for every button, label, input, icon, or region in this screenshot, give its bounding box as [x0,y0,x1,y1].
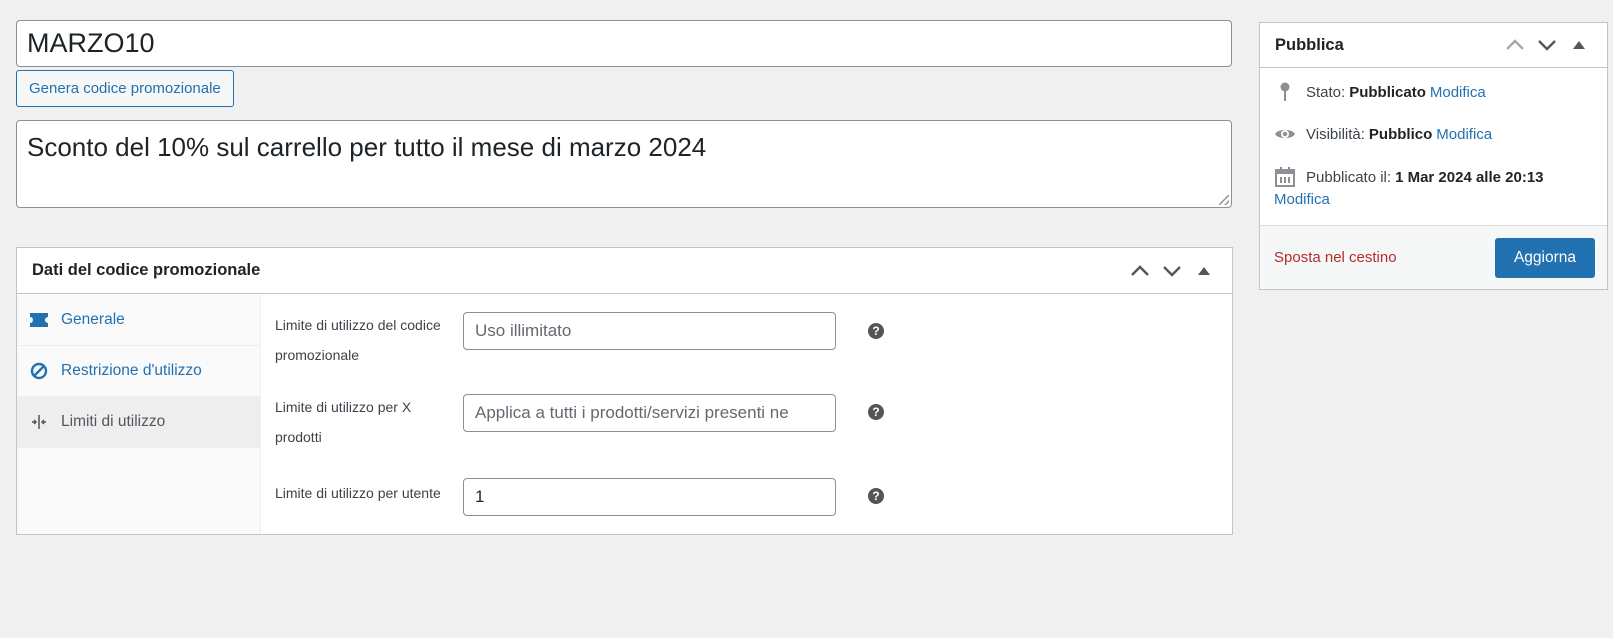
help-icon[interactable]: ? [868,488,884,504]
coupon-description-text: Sconto del 10% sul carrello per tutto il… [27,132,707,162]
move-down-icon[interactable] [1534,32,1560,58]
publish-actions: Sposta nel cestino Aggiorna [1260,225,1607,289]
coupon-data-tabs: Generale Restrizione d'utilizzo Limiti d… [17,295,261,534]
publish-status-row: Stato: Pubblicato Modifica [1274,81,1486,103]
generate-coupon-button[interactable]: Genera codice promozionale [16,70,234,107]
move-to-trash-link[interactable]: Sposta nel cestino [1274,249,1397,266]
ticket-icon [29,310,49,330]
visibility-label: Visibilità: [1306,125,1365,143]
collapse-toggle-icon[interactable] [1191,258,1217,284]
resize-grip-icon[interactable] [1219,195,1229,205]
publish-visibility-row: Visibilità: Pubblico Modifica [1274,123,1492,145]
usage-limit-per-user-label: Limite di utilizzo per utente [275,485,441,501]
tab-label: Generale [61,311,125,328]
usage-limit-input[interactable] [463,312,836,350]
tab-label: Limiti di utilizzo [61,413,166,430]
limit-x-items-input[interactable] [463,394,836,432]
status-label: Stato: [1306,83,1346,101]
published-label: Pubblicato il: [1306,168,1392,186]
tab-restrizione[interactable]: Restrizione d'utilizzo [17,346,260,397]
pin-icon [1274,81,1296,103]
eye-icon [1274,123,1296,145]
publish-header: Pubblica [1260,23,1607,68]
limits-icon [29,412,49,432]
move-down-icon[interactable] [1159,258,1185,284]
calendar-icon [1274,166,1296,188]
coupon-data-panel: Dati del codice promozionale Generale Re… [16,247,1233,535]
collapse-toggle-icon[interactable] [1566,32,1592,58]
coupon-description-textarea[interactable]: Sconto del 10% sul carrello per tutto il… [16,120,1232,208]
edit-visibility-link[interactable]: Modifica [1436,126,1492,143]
published-value: 1 Mar 2024 alle 20:13 [1395,168,1544,186]
coupon-data-header: Dati del codice promozionale [17,248,1232,294]
edit-date-link[interactable]: Modifica [1274,191,1330,208]
tab-limiti[interactable]: Limiti di utilizzo [17,397,260,448]
coupon-code-input[interactable] [16,20,1232,67]
usage-limit-per-user-input[interactable] [463,478,836,516]
edit-status-link[interactable]: Modifica [1430,84,1486,101]
limit-x-items-label: Limite di utilizzo per X prodotti [275,399,412,445]
move-up-icon[interactable] [1502,32,1528,58]
publish-panel: Pubblica Stato: Pubblicato Modifica Visi… [1259,22,1608,290]
tab-generale[interactable]: Generale [17,295,260,346]
update-button[interactable]: Aggiorna [1495,238,1595,278]
move-up-icon[interactable] [1127,258,1153,284]
help-icon[interactable]: ? [868,323,884,339]
publish-date-row: Pubblicato il: 1 Mar 2024 alle 20:13 [1274,166,1548,188]
status-value: Pubblicato [1349,83,1426,101]
block-icon [29,361,49,381]
visibility-value: Pubblico [1368,125,1433,143]
publish-title: Pubblica [1275,35,1344,54]
usage-limit-label: Limite di utilizzo del codice promoziona… [275,317,441,363]
help-icon[interactable]: ? [868,404,884,420]
coupon-data-title: Dati del codice promozionale [32,261,261,279]
tab-label: Restrizione d'utilizzo [61,362,202,379]
